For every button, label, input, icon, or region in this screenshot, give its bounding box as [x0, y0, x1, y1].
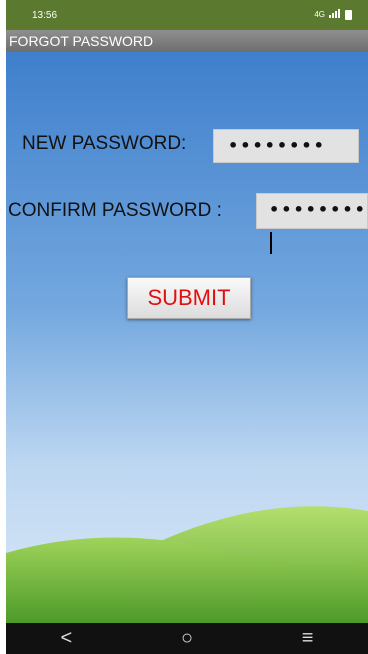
new-password-label: NEW PASSWORD:	[22, 133, 187, 154]
status-time: 13:56	[32, 10, 58, 21]
status-bar: 13:56 4G	[6, 0, 368, 30]
page-title: FORGOT PASSWORD	[9, 33, 154, 49]
hills-background	[6, 506, 368, 623]
title-bar: FORGOT PASSWORD	[6, 30, 368, 52]
app-screen: 13:56 4G FORGOT PASSWORD NEW PASSWORD: •…	[6, 0, 368, 654]
network-label: 4G	[314, 10, 325, 19]
home-icon[interactable]: ○	[167, 623, 207, 654]
signal-icon	[329, 9, 341, 20]
status-icons: 4G	[314, 9, 352, 20]
new-password-value: ••••••••	[228, 136, 326, 155]
form-area: NEW PASSWORD: •••••••• CONFIRM PASSWORD …	[6, 52, 368, 623]
confirm-password-input[interactable]: ••••••••	[256, 193, 368, 254]
navigation-bar: < ○ ≡	[6, 623, 368, 654]
new-password-input[interactable]: ••••••••	[213, 129, 359, 163]
back-icon[interactable]: <	[46, 623, 86, 654]
battery-icon	[345, 9, 352, 20]
confirm-password-value: ••••••••	[269, 200, 367, 219]
submit-button[interactable]: SUBMIT	[127, 277, 251, 319]
confirm-password-label: CONFIRM PASSWORD :	[8, 200, 222, 221]
menu-icon[interactable]: ≡	[288, 623, 328, 654]
text-cursor	[270, 231, 272, 254]
